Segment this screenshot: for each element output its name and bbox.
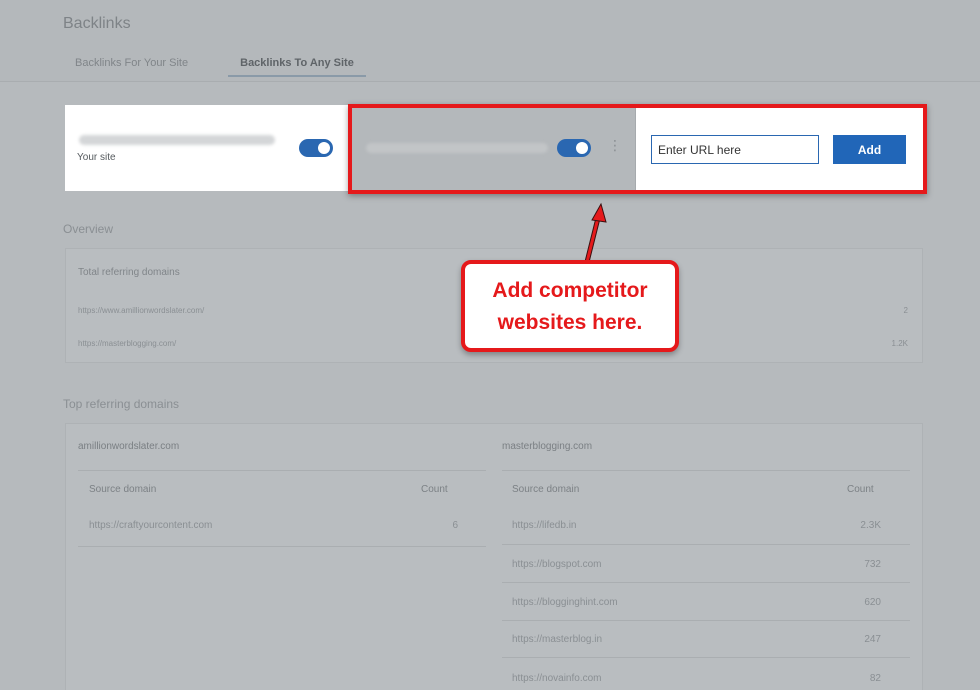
page-header: Backlinks Backlinks For Your Site Backli… [0,0,980,82]
table-row-domain: https://lifedb.in [512,520,577,531]
your-site-url-blurred [79,135,275,145]
url-input[interactable] [651,135,819,164]
table-row-count: 732 [864,559,881,570]
toggle-knob [576,142,588,154]
top-referring-section-label: Top referring domains [63,397,180,411]
divider [502,620,910,621]
overview-row-value: 2 [903,306,908,315]
overview-row-value: 1.2K [891,339,908,348]
left-table-title: amillionwordslater.com [78,441,180,452]
table-row-domain: https://novainfo.com [512,673,602,684]
more-options-icon[interactable]: ⋮ [608,138,622,152]
overview-panel-title: Total referring domains [78,267,180,278]
your-site-label: Your site [77,152,116,163]
table-row-count: 6 [452,520,458,531]
page-title: Backlinks [63,15,131,32]
competitor-site-toggle[interactable] [557,139,591,157]
overview-row-domain: https://www.amillionwordslater.com/ [78,306,205,315]
divider [502,544,910,545]
annotation-callout: Add competitor websites here. [461,260,679,352]
divider [78,546,486,547]
right-col-source-domain: Source domain [512,484,580,495]
divider [502,582,910,583]
divider [502,657,910,658]
overview-row-domain: https://masterblogging.com/ [78,339,177,348]
table-row-domain: https://masterblog.in [512,634,603,645]
divider [502,470,910,471]
table-row-count: 247 [864,634,881,645]
your-site-toggle[interactable] [299,139,333,157]
toggle-knob [318,142,330,154]
top-referring-panel: amillionwordslater.com Source domain Cou… [65,423,923,690]
competitor-site-card [348,105,635,191]
add-button[interactable]: Add [833,135,906,164]
right-col-count: Count [847,484,874,495]
competitor-url-blurred [366,143,548,153]
overview-section-label: Overview [63,222,114,236]
callout-line-1: Add competitor [492,279,648,302]
tab-backlinks-for-your-site[interactable]: Backlinks For Your Site [63,57,200,77]
table-row-count: 2.3K [860,520,881,531]
tab-bar: Backlinks For Your Site Backlinks To Any… [63,57,394,77]
tab-backlinks-to-any-site[interactable]: Backlinks To Any Site [228,57,366,77]
table-row-domain: https://craftyourcontent.com [89,520,213,531]
callout-line-2: websites here. [497,311,643,334]
your-site-card: Your site [65,105,348,191]
table-row-count: 82 [869,673,881,684]
table-row-count: 620 [864,597,881,608]
left-col-source-domain: Source domain [89,484,157,495]
table-row-domain: https://blogspot.com [512,559,602,570]
divider [78,470,486,471]
table-row-domain: https://blogginghint.com [512,597,618,608]
right-table-title: masterblogging.com [502,441,593,452]
left-col-count: Count [421,484,448,495]
